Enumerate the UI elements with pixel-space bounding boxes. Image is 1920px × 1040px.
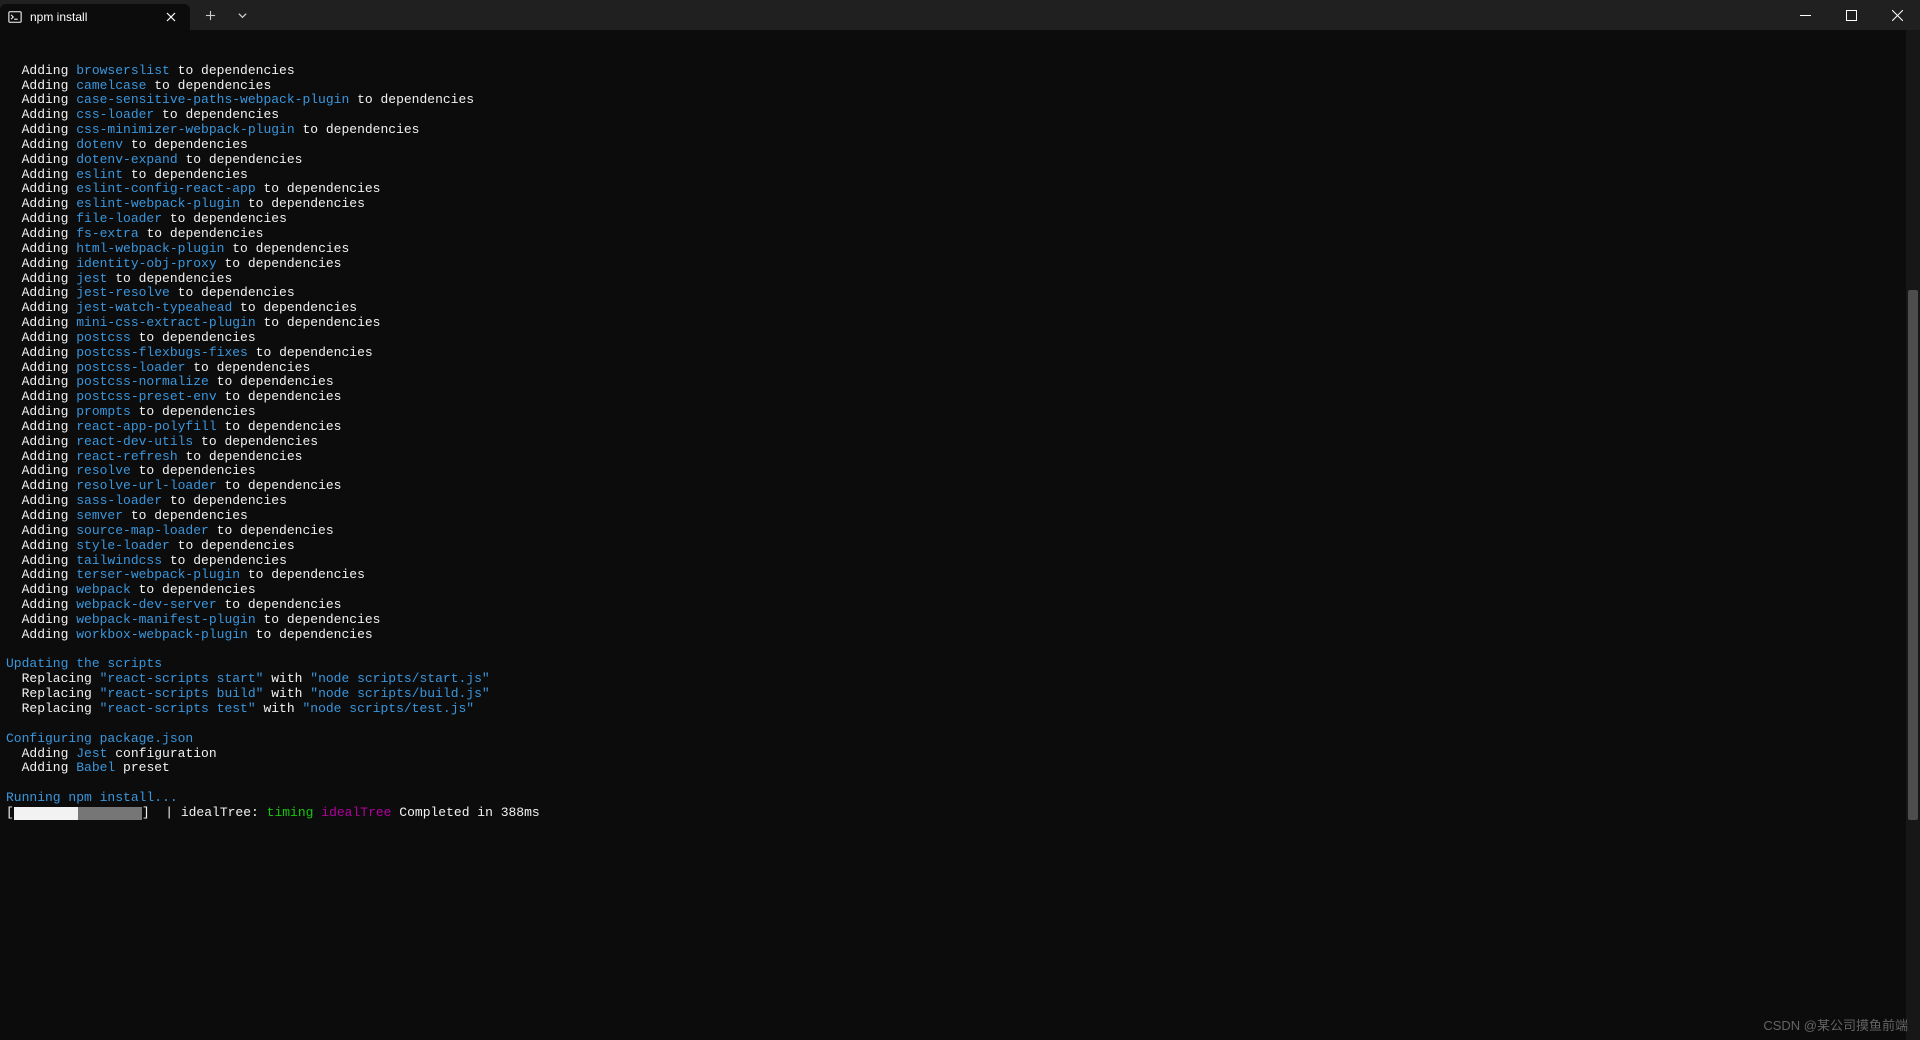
output-line: Adding tailwindcss to dependencies <box>6 554 1914 569</box>
output-line: Adding sass-loader to dependencies <box>6 494 1914 509</box>
output-line: Updating the scripts <box>6 657 1914 672</box>
output-line: Adding postcss-loader to dependencies <box>6 361 1914 376</box>
scrollbar-thumb[interactable] <box>1908 290 1918 820</box>
terminal-tab[interactable]: npm install <box>0 4 190 30</box>
output-line <box>6 776 1914 791</box>
output-line: Adding browserslist to dependencies <box>6 64 1914 79</box>
output-line <box>6 643 1914 658</box>
output-line: Replacing "react-scripts test" with "nod… <box>6 702 1914 717</box>
output-line: Adding mini-css-extract-plugin to depend… <box>6 316 1914 331</box>
output-line <box>6 717 1914 732</box>
output-line: Adding style-loader to dependencies <box>6 539 1914 554</box>
output-line: Adding Jest configuration <box>6 747 1914 762</box>
output-line: Adding postcss-flexbugs-fixes to depende… <box>6 346 1914 361</box>
output-line: Adding file-loader to dependencies <box>6 212 1914 227</box>
window-controls <box>1782 0 1920 30</box>
output-line: Adding case-sensitive-paths-webpack-plug… <box>6 93 1914 108</box>
output-line: Adding terser-webpack-plugin to dependen… <box>6 568 1914 583</box>
output-line: Adding postcss-normalize to dependencies <box>6 375 1914 390</box>
scrollbar-track[interactable] <box>1906 30 1920 1040</box>
output-line: Adding eslint to dependencies <box>6 168 1914 183</box>
output-line: Adding react-app-polyfill to dependencie… <box>6 420 1914 435</box>
output-line: Running npm install... <box>6 791 1914 806</box>
tab-dropdown-button[interactable] <box>228 2 256 28</box>
output-line: Adding jest-watch-typeahead to dependenc… <box>6 301 1914 316</box>
terminal-icon <box>8 10 22 24</box>
output-line: Replacing "react-scripts build" with "no… <box>6 687 1914 702</box>
output-line: Adding Babel preset <box>6 761 1914 776</box>
output-line: Adding fs-extra to dependencies <box>6 227 1914 242</box>
output-line: Adding react-dev-utils to dependencies <box>6 435 1914 450</box>
output-line: Adding semver to dependencies <box>6 509 1914 524</box>
output-line: Replacing "react-scripts start" with "no… <box>6 672 1914 687</box>
output-line: Adding postcss-preset-env to dependencie… <box>6 390 1914 405</box>
output-line: Adding jest to dependencies <box>6 272 1914 287</box>
output-line: Adding prompts to dependencies <box>6 405 1914 420</box>
titlebar-spacer <box>256 0 1782 30</box>
output-line: Adding css-loader to dependencies <box>6 108 1914 123</box>
output-line: Adding webpack-manifest-plugin to depend… <box>6 613 1914 628</box>
window-titlebar: npm install <box>0 0 1920 30</box>
output-line: Adding webpack to dependencies <box>6 583 1914 598</box>
output-line: Adding eslint-config-react-app to depend… <box>6 182 1914 197</box>
output-line: Adding dotenv to dependencies <box>6 138 1914 153</box>
output-line: Adding dotenv-expand to dependencies <box>6 153 1914 168</box>
output-line: Adding jest-resolve to dependencies <box>6 286 1914 301</box>
output-line: Adding resolve to dependencies <box>6 464 1914 479</box>
output-line: Adding webpack-dev-server to dependencie… <box>6 598 1914 613</box>
output-line: Adding workbox-webpack-plugin to depende… <box>6 628 1914 643</box>
output-line: Adding resolve-url-loader to dependencie… <box>6 479 1914 494</box>
tab-close-button[interactable] <box>162 8 180 26</box>
output-line: Adding react-refresh to dependencies <box>6 450 1914 465</box>
output-line: Adding html-webpack-plugin to dependenci… <box>6 242 1914 257</box>
close-window-button[interactable] <box>1874 0 1920 30</box>
output-line: Adding camelcase to dependencies <box>6 79 1914 94</box>
new-tab-button[interactable] <box>196 2 224 28</box>
output-line: Adding eslint-webpack-plugin to dependen… <box>6 197 1914 212</box>
output-line: Adding source-map-loader to dependencies <box>6 524 1914 539</box>
output-line: Configuring package.json <box>6 732 1914 747</box>
terminal-output[interactable]: Adding browserslist to dependencies Addi… <box>0 30 1920 1040</box>
output-line: Adding identity-obj-proxy to dependencie… <box>6 257 1914 272</box>
tab-title: npm install <box>30 10 154 24</box>
watermark-text: CSDN @某公司摸鱼前端 <box>1763 1015 1908 1034</box>
tab-actions <box>190 0 256 30</box>
output-line: Adding postcss to dependencies <box>6 331 1914 346</box>
minimize-button[interactable] <box>1782 0 1828 30</box>
output-line: Adding css-minimizer-webpack-plugin to d… <box>6 123 1914 138</box>
output-line: [] | idealTree: timing idealTree Complet… <box>6 806 1914 821</box>
maximize-button[interactable] <box>1828 0 1874 30</box>
